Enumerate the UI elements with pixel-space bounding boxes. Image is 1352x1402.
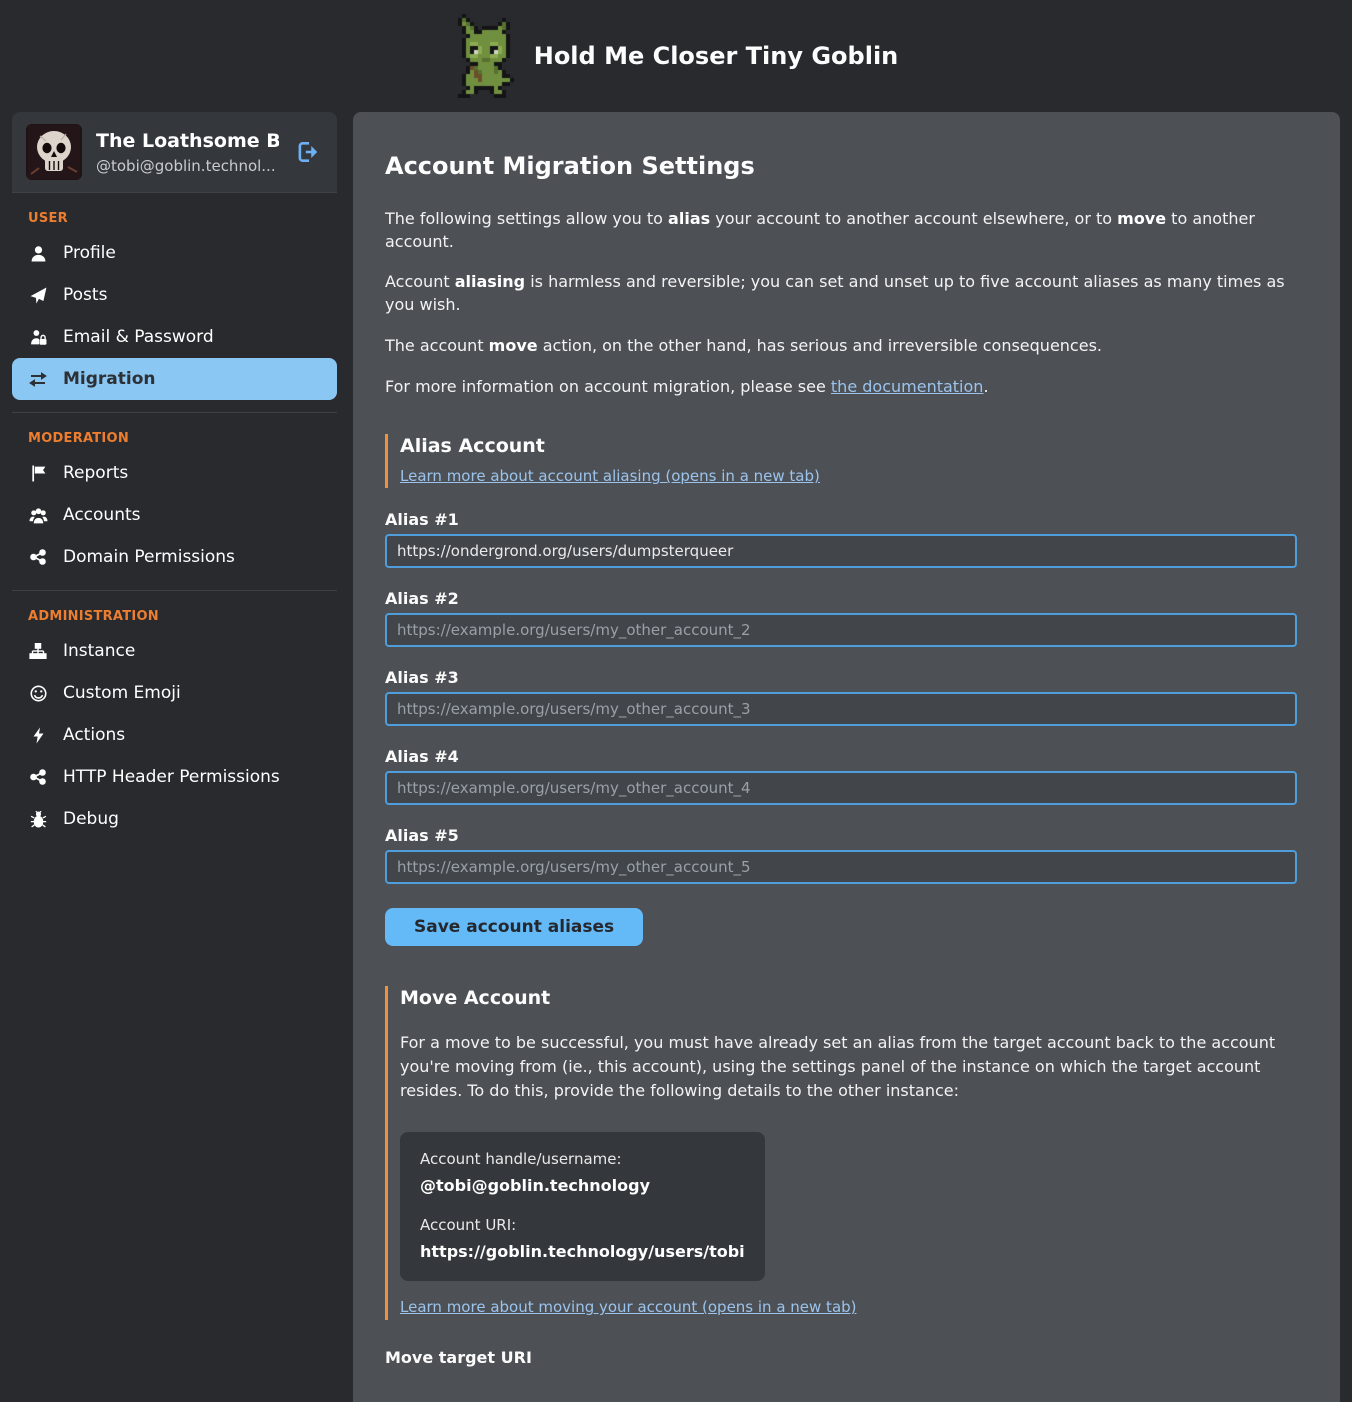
exchange-arrows-icon	[28, 372, 48, 387]
bug-icon	[28, 811, 48, 828]
section-label: USER	[28, 211, 337, 226]
paper-plane-icon	[28, 287, 48, 304]
move-target-uri-label: Move target URI	[385, 1348, 1297, 1367]
alias-1-input[interactable]	[385, 534, 1297, 568]
move-account-section: Move Account For a move to be successful…	[385, 986, 1297, 1320]
intro-paragraph: The account move action, on the other ha…	[385, 335, 1297, 358]
alias-3-label: Alias #3	[385, 668, 1297, 687]
account-uri-label: Account URI:	[420, 1216, 745, 1234]
alias-form: Alias #1 Alias #2 Alias #3 Alias #4 Alia…	[385, 510, 1297, 946]
user-card: The Loathsome B... @tobi@goblin.technol.…	[12, 112, 337, 192]
sidebar-item-migration[interactable]: Migration	[12, 358, 337, 400]
intro-paragraph: Account aliasing is harmless and reversi…	[385, 271, 1297, 316]
sidebar-section-user: USER Profile Posts	[12, 192, 337, 412]
alias-learn-more-link[interactable]: Learn more about account aliasing (opens…	[400, 467, 820, 485]
bolt-icon	[28, 727, 48, 744]
alias-2-input[interactable]	[385, 613, 1297, 647]
sidebar-item-reports[interactable]: Reports	[12, 452, 337, 494]
sidebar-item-domain-permissions[interactable]: Domain Permissions	[12, 536, 337, 578]
flag-icon	[28, 465, 48, 482]
sidebar-section-administration: ADMINISTRATION Instance	[12, 590, 337, 852]
alias-4-input[interactable]	[385, 771, 1297, 805]
alias-4-label: Alias #4	[385, 747, 1297, 766]
app-title: Hold Me Closer Tiny Goblin	[534, 42, 899, 70]
account-handle-value: @tobi@goblin.technology	[420, 1176, 745, 1195]
sitemap-icon	[28, 643, 48, 659]
user-handle: @tobi@goblin.technol...	[96, 157, 279, 175]
sidebar-item-custom-emoji[interactable]: Custom Emoji	[12, 672, 337, 714]
documentation-link[interactable]: the documentation	[831, 377, 984, 396]
user-icon	[28, 245, 48, 262]
smiley-icon	[28, 685, 48, 702]
sidebar-item-profile[interactable]: Profile	[12, 232, 337, 274]
sidebar-item-actions[interactable]: Actions	[12, 714, 337, 756]
alias-2-label: Alias #2	[385, 589, 1297, 608]
alias-3-input[interactable]	[385, 692, 1297, 726]
sidebar-item-posts[interactable]: Posts	[12, 274, 337, 316]
account-uri-value: https://goblin.technology/users/tobi	[420, 1242, 745, 1261]
intro-paragraph: The following settings allow you to alia…	[385, 208, 1297, 253]
sidebar-item-instance[interactable]: Instance	[12, 630, 337, 672]
save-account-aliases-button[interactable]: Save account aliases	[385, 908, 643, 946]
account-details-box: Account handle/username: @tobi@goblin.te…	[400, 1132, 765, 1281]
app-header: Hold Me Closer Tiny Goblin	[0, 0, 1352, 112]
user-lock-icon	[28, 329, 48, 346]
section-label: MODERATION	[28, 431, 337, 446]
alias-1-label: Alias #1	[385, 510, 1297, 529]
sidebar-section-moderation: MODERATION Reports	[12, 412, 337, 590]
avatar	[26, 124, 82, 180]
share-nodes-icon	[28, 769, 48, 785]
sidebar-item-debug[interactable]: Debug	[12, 798, 337, 840]
alias-account-title: Alias Account	[400, 435, 1297, 457]
user-display-name: The Loathsome B...	[96, 130, 279, 152]
move-learn-more-link[interactable]: Learn more about moving your account (op…	[400, 1298, 857, 1316]
section-label: ADMINISTRATION	[28, 609, 337, 624]
move-account-title: Move Account	[400, 987, 1297, 1009]
sidebar-item-email-password[interactable]: Email & Password	[12, 316, 337, 358]
sidebar-item-http-header-permissions[interactable]: HTTP Header Permissions	[12, 756, 337, 798]
main-panel: Account Migration Settings The following…	[353, 112, 1340, 1402]
sign-out-icon[interactable]	[293, 137, 323, 167]
users-icon	[28, 507, 48, 524]
sidebar-item-accounts[interactable]: Accounts	[12, 494, 337, 536]
share-nodes-icon	[28, 549, 48, 565]
alias-account-section-head: Alias Account Learn more about account a…	[385, 434, 1297, 488]
alias-5-input[interactable]	[385, 850, 1297, 884]
sidebar: The Loathsome B... @tobi@goblin.technol.…	[12, 112, 337, 852]
intro-paragraph: For more information on account migratio…	[385, 376, 1297, 399]
page-title: Account Migration Settings	[385, 152, 1297, 180]
account-handle-label: Account handle/username:	[420, 1150, 745, 1168]
goblin-logo-icon	[454, 14, 514, 98]
alias-5-label: Alias #5	[385, 826, 1297, 845]
move-account-description: For a move to be successful, you must ha…	[400, 1031, 1297, 1102]
